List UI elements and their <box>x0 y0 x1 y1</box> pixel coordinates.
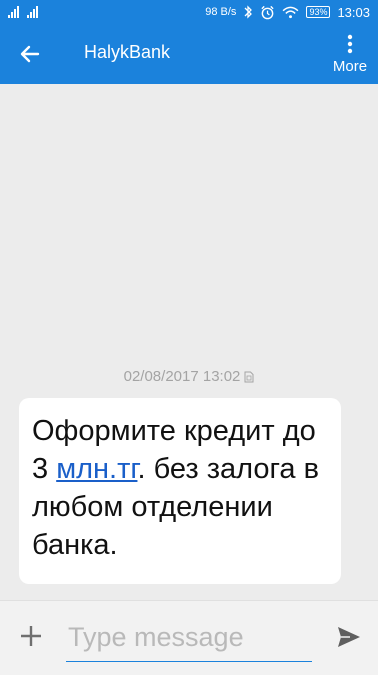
more-button[interactable]: More <box>330 34 370 82</box>
back-arrow-icon <box>20 45 40 63</box>
more-label: More <box>332 58 368 75</box>
more-vert-icon <box>347 34 353 54</box>
signal-icon <box>8 6 19 18</box>
send-icon[interactable] <box>336 625 362 649</box>
net-speed: 98 B/s <box>205 6 237 18</box>
back-button[interactable] <box>14 38 46 70</box>
clock: 13:03 <box>337 4 370 20</box>
plus-icon[interactable] <box>18 623 44 649</box>
signal-group <box>8 6 38 18</box>
conversation-title: HalykBank <box>84 42 171 62</box>
wifi-icon <box>283 6 299 18</box>
message-link[interactable]: млн.тг <box>56 453 137 485</box>
bluetooth-icon <box>244 5 253 19</box>
message-bubble[interactable]: Оформите кредит до 3 млн.тг. без залога … <box>19 398 341 584</box>
alarm-icon <box>261 5 275 19</box>
message-input-wrapper <box>66 617 316 662</box>
signal-icon <box>27 6 38 18</box>
message-timestamp: 02/08/2017 13:02 <box>0 368 378 385</box>
status-bar: 98 B/s 93% 13:03 <box>0 0 378 24</box>
timestamp-text: 02/08/2017 13:02 <box>123 368 241 385</box>
battery-icon: 93% <box>306 6 331 18</box>
message-input[interactable] <box>66 617 316 657</box>
sim-icon <box>244 371 254 382</box>
app-bar: HalykBank More <box>0 24 378 84</box>
compose-bar <box>0 600 378 675</box>
